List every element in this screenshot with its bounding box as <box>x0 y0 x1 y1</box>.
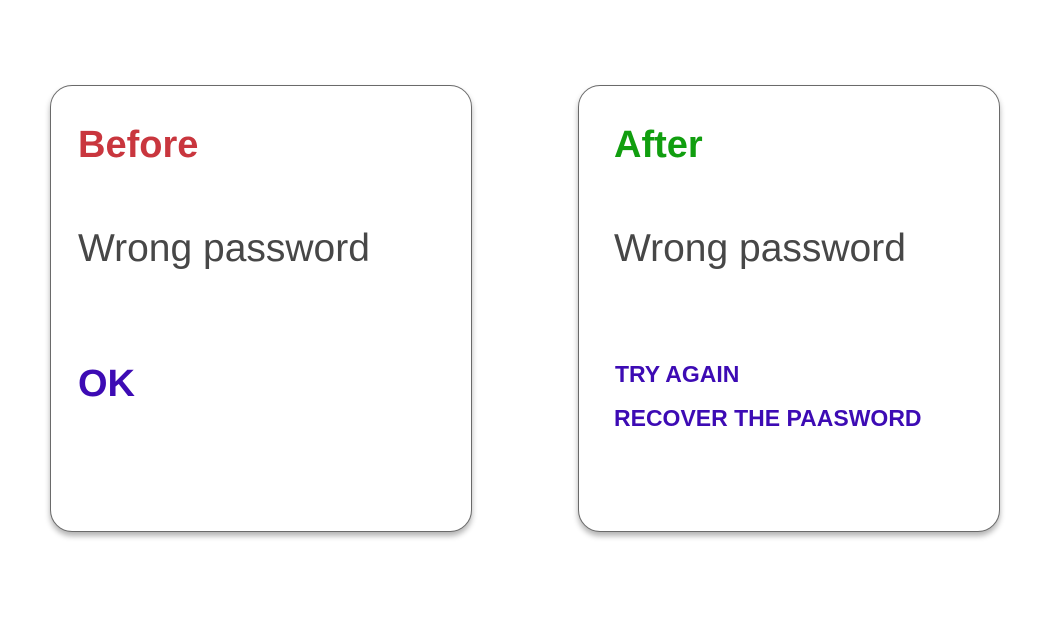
before-error-message: Wrong password <box>78 227 370 270</box>
recover-password-button[interactable]: RECOVER THE PAASWORD <box>614 407 922 430</box>
after-error-message: Wrong password <box>614 227 906 270</box>
before-dialog-card: Before Wrong password OK <box>50 85 472 532</box>
try-again-button[interactable]: TRY AGAIN <box>615 363 739 386</box>
ok-button[interactable]: OK <box>78 365 135 403</box>
comparison-stage: Before Wrong password OK After Wrong pas… <box>0 0 1050 618</box>
after-title: After <box>614 124 703 166</box>
after-dialog-card: After Wrong password TRY AGAIN RECOVER T… <box>578 85 1000 532</box>
before-title: Before <box>78 124 199 166</box>
